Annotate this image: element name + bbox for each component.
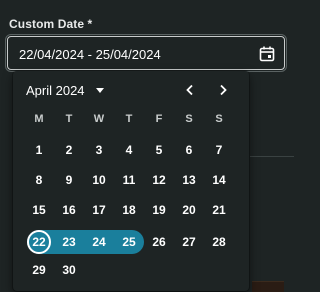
- day-cell[interactable]: 18: [117, 198, 141, 222]
- weekday-label: F: [155, 113, 163, 125]
- day-cell[interactable]: 3: [87, 138, 111, 162]
- day-cell[interactable]: 17: [87, 198, 111, 222]
- day-cell[interactable]: 23: [57, 230, 81, 254]
- background-divider: [250, 156, 294, 157]
- day-cell[interactable]: 10: [87, 168, 111, 192]
- day-cell[interactable]: 22: [27, 230, 51, 254]
- chevron-left-icon: [186, 84, 193, 96]
- day-cell[interactable]: 2: [57, 138, 81, 162]
- day-cell[interactable]: 7: [207, 138, 231, 162]
- background-element: [252, 281, 284, 292]
- day-cell[interactable]: 20: [177, 198, 201, 222]
- caret-down-icon[interactable]: [96, 88, 104, 93]
- weekday-label: S: [185, 113, 193, 125]
- day-cell[interactable]: 24: [87, 230, 111, 254]
- weekday-label: T: [125, 113, 133, 125]
- day-cell[interactable]: 21: [207, 198, 231, 222]
- weekday-label: S: [215, 113, 223, 125]
- calendar-icon[interactable]: [258, 45, 276, 63]
- chevron-right-icon: [220, 84, 227, 96]
- date-picker-popup: April 2024 MTWTFSS 1 2 3 4 5 6 7 8 9 10 11 12 13 14 15…: [13, 71, 249, 291]
- custom-date-label: Custom Date *: [9, 17, 93, 31]
- day-cell[interactable]: 25: [117, 230, 141, 254]
- day-cell[interactable]: 1: [27, 138, 51, 162]
- day-cell[interactable]: 6: [177, 138, 201, 162]
- day-cell[interactable]: 12: [147, 168, 171, 192]
- day-cell[interactable]: 29: [27, 258, 51, 282]
- day-cell[interactable]: 19: [147, 198, 171, 222]
- day-cell[interactable]: 16: [57, 198, 81, 222]
- day-cell[interactable]: 14: [207, 168, 231, 192]
- day-cell[interactable]: 30: [57, 258, 81, 282]
- day-cell[interactable]: 5: [147, 138, 171, 162]
- day-cell[interactable]: 28: [207, 230, 231, 254]
- month-year-selector[interactable]: April 2024: [26, 83, 85, 98]
- date-range-input[interactable]: 22/04/2024 - 25/04/2024: [5, 34, 287, 72]
- day-cell[interactable]: 26: [147, 230, 171, 254]
- weekday-label: W: [93, 113, 105, 125]
- weekday-label: T: [65, 113, 73, 125]
- day-cell[interactable]: 11: [117, 168, 141, 192]
- date-range-value: 22/04/2024 - 25/04/2024: [19, 47, 161, 62]
- day-cell[interactable]: 8: [27, 168, 51, 192]
- day-cell[interactable]: 27: [177, 230, 201, 254]
- day-cell[interactable]: 9: [57, 168, 81, 192]
- previous-month-button[interactable]: [180, 80, 200, 100]
- day-cell[interactable]: 4: [117, 138, 141, 162]
- weekday-label: M: [34, 113, 44, 125]
- day-cell[interactable]: 15: [27, 198, 51, 222]
- day-cell[interactable]: 13: [177, 168, 201, 192]
- next-month-button[interactable]: [213, 80, 233, 100]
